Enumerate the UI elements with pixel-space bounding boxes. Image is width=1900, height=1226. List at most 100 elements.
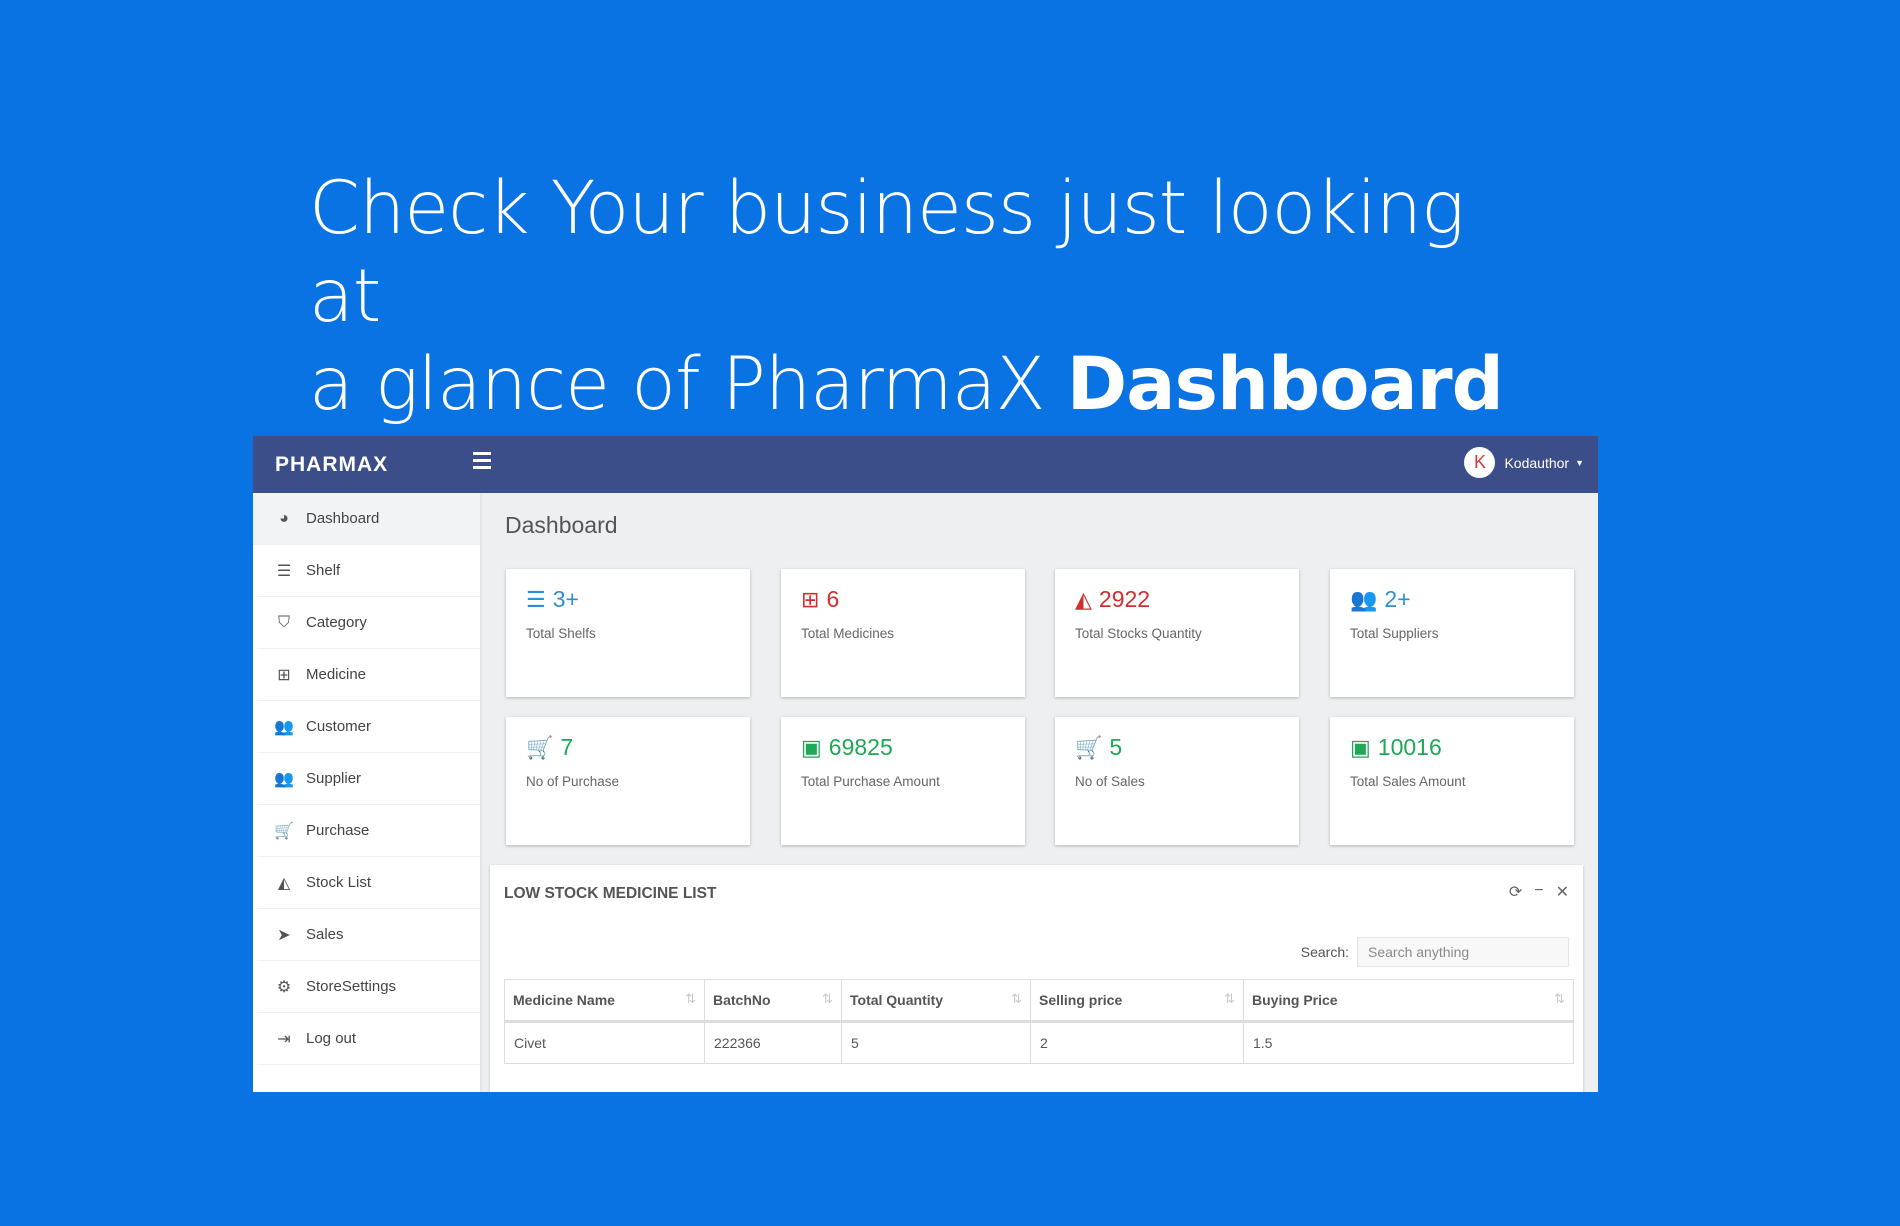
stat-label: No of Purchase — [526, 774, 620, 789]
stat-card-stocks-quantity[interactable]: ◭ 2922 Total Stocks Quantity — [1055, 569, 1299, 697]
sort-icon[interactable]: ⇅ — [1554, 991, 1565, 1007]
column-header-batch-no[interactable]: BatchNo ⇅ — [704, 979, 842, 1023]
stat-label: No of Sales — [1075, 774, 1145, 789]
sidebar-item-label: Stock List — [306, 874, 372, 891]
stat-label: Total Sales Amount — [1350, 774, 1466, 789]
hero-headline: Check Your business just looking at a gl… — [309, 165, 1509, 429]
cell-selling-price: 2 — [1030, 1021, 1244, 1064]
stat-value: 10016 — [1377, 734, 1442, 760]
sort-icon[interactable]: ⇅ — [1011, 991, 1022, 1007]
sidebar-item-label: Dashboard — [306, 510, 380, 527]
users-icon: 👥 — [274, 718, 294, 736]
sidebar-item-store-settings[interactable]: ⚙ StoreSettings — [257, 961, 480, 1013]
cart-icon: 🛒 — [526, 734, 554, 760]
sidebar-item-label: Medicine — [306, 666, 367, 683]
sidebar-item-label: Supplier — [306, 770, 362, 787]
column-header-medicine-name[interactable]: Medicine Name ⇅ — [504, 979, 705, 1023]
stat-value: 7 — [560, 734, 574, 760]
stat-label: Total Suppliers — [1350, 626, 1439, 641]
avatar[interactable]: K — [1464, 447, 1496, 478]
table-header-row: Medicine Name ⇅ BatchNo ⇅ Total Quantity ⇅ … — [504, 979, 1574, 1023]
search-row: Search: — [1301, 937, 1569, 967]
user-name[interactable]: Kodauthor — [1504, 455, 1569, 471]
sidebar-item-sales[interactable]: ➤ Sales — [257, 909, 480, 961]
headline-line-1: Check Your business just looking at — [309, 166, 1465, 339]
list-icon: ☰ — [526, 586, 546, 612]
brand-logo[interactable]: PHARMAX — [275, 453, 388, 477]
panel-title: LOW STOCK MEDICINE LIST — [504, 885, 717, 902]
sort-icon[interactable]: ⇅ — [685, 991, 696, 1007]
sidebar-item-dashboard[interactable]: ◕ Dashboard — [253, 493, 480, 545]
stat-value: 2+ — [1384, 586, 1411, 612]
sidebar-item-medicine[interactable]: ⊞ Medicine — [257, 649, 480, 701]
cell-medicine-name: Civet — [504, 1021, 705, 1064]
sort-icon[interactable]: ⇅ — [822, 991, 833, 1007]
sidebar-item-category[interactable]: ⛉ Category — [257, 597, 480, 649]
panel-tools: ⟳ − ✕ — [1509, 882, 1569, 902]
headline-line-2: a glance of PharmaX Dashboard — [309, 341, 1509, 429]
area-chart-icon: ◭ — [277, 874, 291, 892]
stat-label: Total Stocks Quantity — [1075, 626, 1202, 641]
stat-label: Total Medicines — [801, 626, 895, 641]
sidebar-item-shelf[interactable]: ☰ Shelf — [257, 545, 480, 597]
search-label: Search: — [1300, 944, 1349, 960]
dashboard-icon: ◕ — [279, 509, 289, 527]
sidebar-item-purchase[interactable]: 🛒 Purchase — [257, 805, 480, 857]
cart-icon: 🛒 — [274, 822, 294, 840]
stat-value-row: ▣ 69825 — [801, 734, 893, 761]
stat-label: Total Purchase Amount — [801, 774, 940, 789]
cell-buying-price: 1.5 — [1243, 1021, 1574, 1064]
close-icon[interactable]: ✕ — [1556, 882, 1569, 902]
sidebar: ◕ Dashboard ☰ Shelf ⛉ Category ⊞ Medicine 👥 C… — [253, 493, 482, 1092]
stat-card-purchases[interactable]: 🛒 7 No of Purchase — [506, 717, 750, 845]
column-header-buying-price[interactable]: Buying Price ⇅ — [1243, 979, 1574, 1023]
sidebar-item-label: Category — [306, 614, 367, 631]
app-window: PHARMAX K Kodauthor ▼ ◕ Dashboard ☰ Shelf … — [253, 436, 1598, 1092]
stat-label: Total Shelfs — [526, 626, 596, 641]
stat-card-suppliers[interactable]: 👥 2+ Total Suppliers — [1330, 569, 1574, 697]
stat-card-sales[interactable]: 🛒 5 No of Sales — [1055, 717, 1299, 845]
table-row[interactable]: Civet 222366 5 2 1.5 — [504, 1021, 1574, 1064]
stat-value: 6 — [826, 586, 840, 612]
refresh-icon[interactable]: ⟳ — [1509, 882, 1522, 902]
medkit-icon: ⊞ — [801, 586, 820, 612]
sidebar-item-label: Shelf — [306, 562, 341, 579]
headline-emphasis: Dashboard — [1066, 342, 1504, 427]
stat-card-shelfs[interactable]: ☰ 3+ Total Shelfs — [506, 569, 750, 697]
stat-value: 5 — [1109, 734, 1123, 760]
minimize-icon[interactable]: − — [1534, 882, 1543, 902]
sidebar-item-log-out[interactable]: ⇥ Log out — [257, 1013, 480, 1065]
column-header-selling-price[interactable]: Selling price ⇅ — [1030, 979, 1244, 1023]
headline-line-2-text: a glance of PharmaX — [309, 342, 1067, 427]
user-menu[interactable]: K Kodauthor ▼ — [1464, 447, 1584, 478]
sidebar-item-supplier[interactable]: 👥 Supplier — [257, 753, 480, 805]
sidebar-item-stock-list[interactable]: ◭ Stock List — [257, 857, 480, 909]
search-input[interactable] — [1357, 937, 1569, 967]
users-icon: 👥 — [274, 770, 294, 788]
column-header-total-quantity[interactable]: Total Quantity ⇅ — [841, 979, 1031, 1023]
stat-value-row: 🛒 5 — [1075, 734, 1122, 761]
money-icon: ▣ — [801, 734, 822, 760]
low-stock-table: Medicine Name ⇅ BatchNo ⇅ Total Quantity ⇅ … — [504, 979, 1574, 1064]
caret-down-icon[interactable]: ▼ — [1575, 458, 1584, 468]
cell-total-quantity: 5 — [841, 1021, 1031, 1064]
stat-card-purchase-amount[interactable]: ▣ 69825 Total Purchase Amount — [781, 717, 1025, 845]
stat-card-sales-amount[interactable]: ▣ 10016 Total Sales Amount — [1330, 717, 1574, 845]
cell-batch-no: 222366 — [704, 1021, 842, 1064]
gear-icon: ⚙ — [276, 978, 292, 996]
stat-value-row: ☰ 3+ — [526, 586, 579, 613]
sidebar-item-label: Customer — [306, 718, 372, 735]
stat-value-row: ▣ 10016 — [1350, 734, 1442, 761]
cart-icon: 🛒 — [1075, 734, 1103, 760]
page-title: Dashboard — [505, 512, 618, 538]
stat-value: 3+ — [552, 586, 579, 612]
stat-value: 69825 — [828, 734, 893, 760]
sort-icon[interactable]: ⇅ — [1224, 991, 1235, 1007]
stat-card-medicines[interactable]: ⊞ 6 Total Medicines — [781, 569, 1025, 697]
sidebar-item-customer[interactable]: 👥 Customer — [257, 701, 480, 753]
sidebar-item-label: Sales — [306, 926, 344, 943]
money-icon: ▣ — [1350, 734, 1371, 760]
stat-value: 2922 — [1098, 586, 1151, 612]
stat-value-row: ◭ 2922 — [1075, 586, 1150, 613]
menu-toggle-icon[interactable] — [473, 452, 491, 473]
